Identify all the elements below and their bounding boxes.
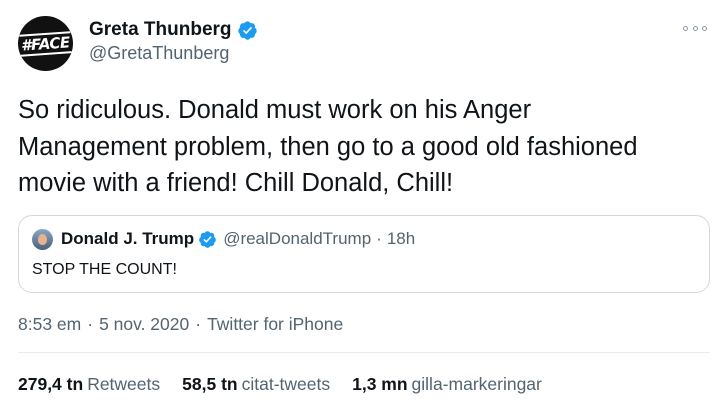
author-name-row: Greta Thunberg	[89, 19, 258, 41]
stat-quote-tweets[interactable]: 58,5 tn citat-tweets	[182, 374, 330, 395]
author-display-name[interactable]: Greta Thunberg	[89, 19, 232, 41]
stat-label: Retweets	[87, 374, 161, 394]
tweet-card: #FACE Greta Thunberg @GretaThunberg So r…	[0, 0, 728, 412]
more-dot	[683, 25, 688, 31]
quoted-author-avatar	[32, 229, 53, 250]
tweet-source[interactable]: Twitter for iPhone	[207, 314, 343, 335]
stat-label: citat-tweets	[241, 374, 331, 394]
stat-likes[interactable]: 1,3 mn gilla-markeringar	[352, 374, 542, 395]
author-avatar[interactable]: #FACE	[18, 16, 73, 71]
quoted-tweet[interactable]: Donald J. Trump @realDonaldTrump · 18h S…	[18, 215, 710, 293]
tweet-stats: 279,4 tn Retweets 58,5 tn citat-tweets 1,3…	[18, 374, 564, 395]
stat-value: 58,5 tn	[182, 374, 238, 394]
stat-value: 279,4 tn	[18, 374, 84, 394]
quoted-author-name: Donald J. Trump	[61, 229, 195, 248]
avatar-label: #FACE	[19, 30, 72, 57]
more-dot	[702, 25, 707, 31]
more-options-icon[interactable]	[683, 22, 707, 34]
tweet-time[interactable]: 8:53 em	[18, 314, 81, 335]
verified-badge-icon	[199, 230, 216, 248]
divider	[18, 352, 710, 353]
stat-value: 1,3 mn	[352, 374, 408, 394]
quoted-author-handle: @realDonaldTrump	[223, 229, 372, 248]
separator-dot: ·	[376, 229, 382, 248]
tweet-date[interactable]: 5 nov. 2020	[99, 314, 189, 335]
tweet-meta: 8:53 em · 5 nov. 2020 · Twitter for iPho…	[18, 314, 343, 335]
tweet-text-line: So ridiculous. Donald must work on his A…	[18, 96, 532, 124]
stat-retweets[interactable]: 279,4 tn Retweets	[18, 374, 160, 395]
tweet-text: So ridiculous. Donald must work on his A…	[18, 92, 718, 202]
quoted-tweet-text: STOP THE COUNT!	[32, 261, 177, 278]
separator-dot: ·	[87, 314, 94, 334]
tweet-text-line: movie with a friend! Chill Donald, Chill…	[18, 169, 454, 197]
verified-badge-icon	[237, 20, 257, 40]
more-dot	[692, 25, 698, 31]
author-handle[interactable]: @GretaThunberg	[89, 43, 229, 64]
quoted-tweet-header: Donald J. Trump @realDonaldTrump · 18h	[61, 229, 415, 249]
separator-dot: ·	[195, 314, 202, 334]
stat-label: gilla-markeringar	[411, 374, 542, 394]
tweet-text-line: Management problem, then go to a good ol…	[18, 132, 638, 161]
quoted-tweet-time: 18h	[386, 229, 416, 248]
